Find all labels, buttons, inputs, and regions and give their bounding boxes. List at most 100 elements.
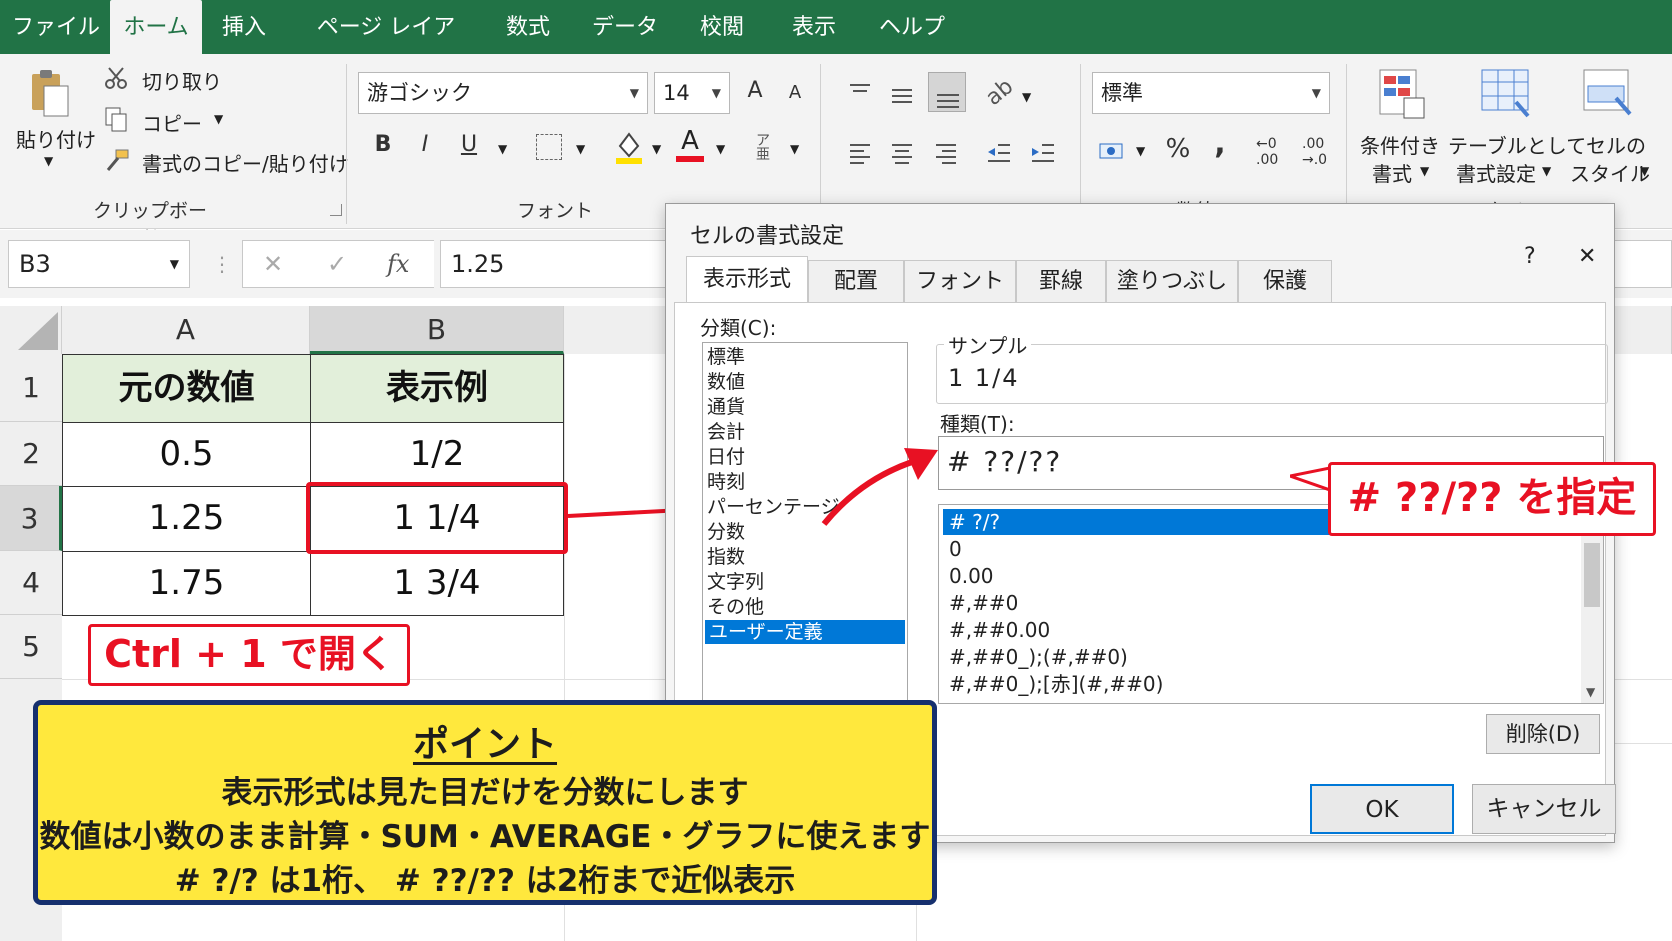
increase-indent-icon[interactable] bbox=[1030, 142, 1056, 168]
scrollbar-thumb[interactable] bbox=[1584, 543, 1600, 607]
ok-button[interactable]: OK bbox=[1310, 784, 1454, 834]
format-as-table-icon[interactable] bbox=[1480, 68, 1532, 124]
type-item[interactable]: #,##0.00 bbox=[949, 618, 1050, 642]
bold-button[interactable]: B bbox=[370, 132, 396, 157]
align-left-icon[interactable] bbox=[848, 142, 872, 168]
tab-view[interactable]: 表示 bbox=[778, 0, 850, 54]
border-icon[interactable] bbox=[536, 134, 562, 160]
tab-help[interactable]: ヘルプ bbox=[870, 0, 954, 54]
cell-a3[interactable]: 1.25 bbox=[62, 486, 311, 552]
tab-number-format[interactable]: 表示形式 bbox=[686, 256, 808, 303]
tab-font[interactable]: フォント bbox=[904, 260, 1016, 302]
row-header-4[interactable]: 4 bbox=[0, 551, 62, 615]
align-bottom-icon[interactable] bbox=[928, 72, 966, 112]
grow-font-button[interactable]: A bbox=[742, 78, 768, 103]
type-item[interactable]: 0 bbox=[949, 537, 962, 561]
delete-button[interactable]: 削除(D) bbox=[1486, 714, 1600, 754]
phonetic-icon[interactable]: ア亜 bbox=[756, 134, 770, 162]
cancel-icon[interactable]: ✕ bbox=[263, 241, 283, 287]
row-header-1[interactable]: 1 bbox=[0, 354, 62, 422]
paste-button[interactable]: 貼り付け bbox=[16, 124, 96, 153]
border-dropdown-icon[interactable]: ▼ bbox=[576, 142, 585, 156]
row-header-2[interactable]: 2 bbox=[0, 422, 62, 486]
underline-button[interactable]: U bbox=[456, 132, 482, 157]
font-color-button[interactable]: A bbox=[676, 126, 704, 162]
paste-icon[interactable] bbox=[28, 68, 69, 118]
underline-dropdown-icon[interactable]: ▼ bbox=[498, 142, 507, 156]
tab-home[interactable]: ホーム bbox=[110, 0, 202, 54]
format-as-table-button[interactable]: テーブルとして bbox=[1448, 130, 1586, 159]
category-item[interactable]: 標準 bbox=[707, 345, 745, 369]
category-item[interactable]: 文字列 bbox=[707, 570, 764, 594]
cell-styles-button[interactable]: セルの bbox=[1586, 130, 1646, 159]
cell-a4[interactable]: 1.75 bbox=[62, 551, 311, 616]
copy-button[interactable]: コピー bbox=[142, 108, 202, 137]
cell-b4[interactable]: 1 3/4 bbox=[310, 551, 564, 616]
tab-alignment[interactable]: 配置 bbox=[808, 260, 904, 302]
format-as-table-dropdown-icon[interactable]: ▼ bbox=[1542, 164, 1551, 178]
cell-b2[interactable]: 1/2 bbox=[310, 422, 564, 487]
tab-page-layout[interactable]: ページ レイアウト bbox=[306, 0, 466, 96]
clipboard-launcher-icon[interactable] bbox=[330, 204, 342, 216]
type-item[interactable]: 0.00 bbox=[949, 564, 994, 588]
insert-function-icon[interactable]: fx bbox=[387, 241, 409, 287]
cell-b1[interactable]: 表示例 bbox=[310, 354, 564, 423]
copy-dropdown-icon[interactable]: ▼ bbox=[214, 112, 223, 126]
conditional-format-icon[interactable] bbox=[1378, 68, 1428, 124]
category-item-selected[interactable]: ユーザー定義 bbox=[705, 620, 905, 644]
cut-button[interactable]: 切り取り bbox=[142, 66, 222, 95]
shrink-font-button[interactable]: A bbox=[784, 82, 806, 103]
category-item[interactable]: 会計 bbox=[707, 420, 745, 444]
accounting-dropdown-icon[interactable]: ▼ bbox=[1136, 144, 1145, 158]
cancel-button[interactable]: キャンセル bbox=[1472, 784, 1616, 834]
column-header-b[interactable]: B bbox=[310, 306, 564, 354]
font-size-combo[interactable]: 14 ▼ bbox=[654, 72, 730, 114]
tab-protection[interactable]: 保護 bbox=[1238, 260, 1332, 302]
font-color-dropdown-icon[interactable]: ▼ bbox=[716, 142, 725, 156]
type-item[interactable]: #,##0_);(#,##0) bbox=[949, 645, 1128, 669]
row-header-3[interactable]: 3 bbox=[0, 486, 62, 551]
conditional-dropdown-icon[interactable]: ▼ bbox=[1420, 164, 1429, 178]
category-item[interactable]: その他 bbox=[707, 595, 764, 619]
enter-icon[interactable]: ✓ bbox=[327, 241, 347, 287]
category-item[interactable]: 時刻 bbox=[707, 470, 745, 494]
cell-a2[interactable]: 0.5 bbox=[62, 422, 311, 487]
tab-data[interactable]: データ bbox=[584, 0, 666, 54]
tab-insert[interactable]: 挿入 bbox=[208, 0, 280, 54]
accounting-format-icon[interactable] bbox=[1098, 136, 1128, 168]
tab-review[interactable]: 校閲 bbox=[686, 0, 758, 54]
cell-styles-icon[interactable] bbox=[1582, 68, 1634, 124]
percent-button[interactable]: % bbox=[1164, 134, 1192, 164]
tab-file[interactable]: ファイル bbox=[10, 0, 102, 54]
align-middle-icon[interactable] bbox=[890, 86, 914, 110]
increase-decimal-icon[interactable]: ←0.00 bbox=[1256, 136, 1278, 168]
row-header-5[interactable]: 5 bbox=[0, 615, 62, 679]
type-item[interactable]: #,##0 bbox=[949, 591, 1018, 615]
format-as-table-button-line2[interactable]: 書式設定 bbox=[1456, 158, 1536, 187]
conditional-format-button-line2[interactable]: 書式 bbox=[1372, 158, 1412, 187]
name-box[interactable]: B3 ▼ bbox=[8, 240, 190, 288]
category-item[interactable]: 通貨 bbox=[707, 395, 745, 419]
category-item[interactable]: 数値 bbox=[707, 370, 745, 394]
decrease-decimal-icon[interactable]: .00 →.0 bbox=[1302, 136, 1327, 168]
align-top-icon[interactable] bbox=[848, 82, 872, 106]
font-name-combo[interactable]: 游ゴシック ▼ bbox=[358, 72, 648, 114]
phonetic-dropdown-icon[interactable]: ▼ bbox=[790, 142, 799, 156]
tab-border[interactable]: 罫線 bbox=[1016, 260, 1106, 302]
cell-a1[interactable]: 元の数値 bbox=[62, 354, 311, 423]
cell-styles-button-line2[interactable]: スタイル bbox=[1570, 158, 1650, 187]
tab-formulas[interactable]: 数式 bbox=[492, 0, 564, 54]
category-item[interactable]: 分数 bbox=[707, 520, 745, 544]
category-item[interactable]: 指数 bbox=[707, 545, 745, 569]
italic-button[interactable]: I bbox=[412, 132, 438, 157]
tab-fill[interactable]: 塗りつぶし bbox=[1106, 260, 1238, 302]
conditional-format-button[interactable]: 条件付き bbox=[1360, 130, 1440, 159]
orientation-dropdown-icon[interactable]: ▼ bbox=[1022, 90, 1031, 104]
fill-dropdown-icon[interactable]: ▼ bbox=[652, 142, 661, 156]
align-center-icon[interactable] bbox=[890, 142, 914, 168]
format-painter-button[interactable]: 書式のコピー/貼り付け bbox=[142, 148, 349, 177]
close-icon[interactable]: ✕ bbox=[1578, 244, 1596, 269]
paste-dropdown-icon[interactable]: ▼ bbox=[44, 154, 53, 168]
column-header-a[interactable]: A bbox=[62, 306, 310, 354]
cell-styles-dropdown-icon[interactable]: ▼ bbox=[1640, 164, 1649, 178]
